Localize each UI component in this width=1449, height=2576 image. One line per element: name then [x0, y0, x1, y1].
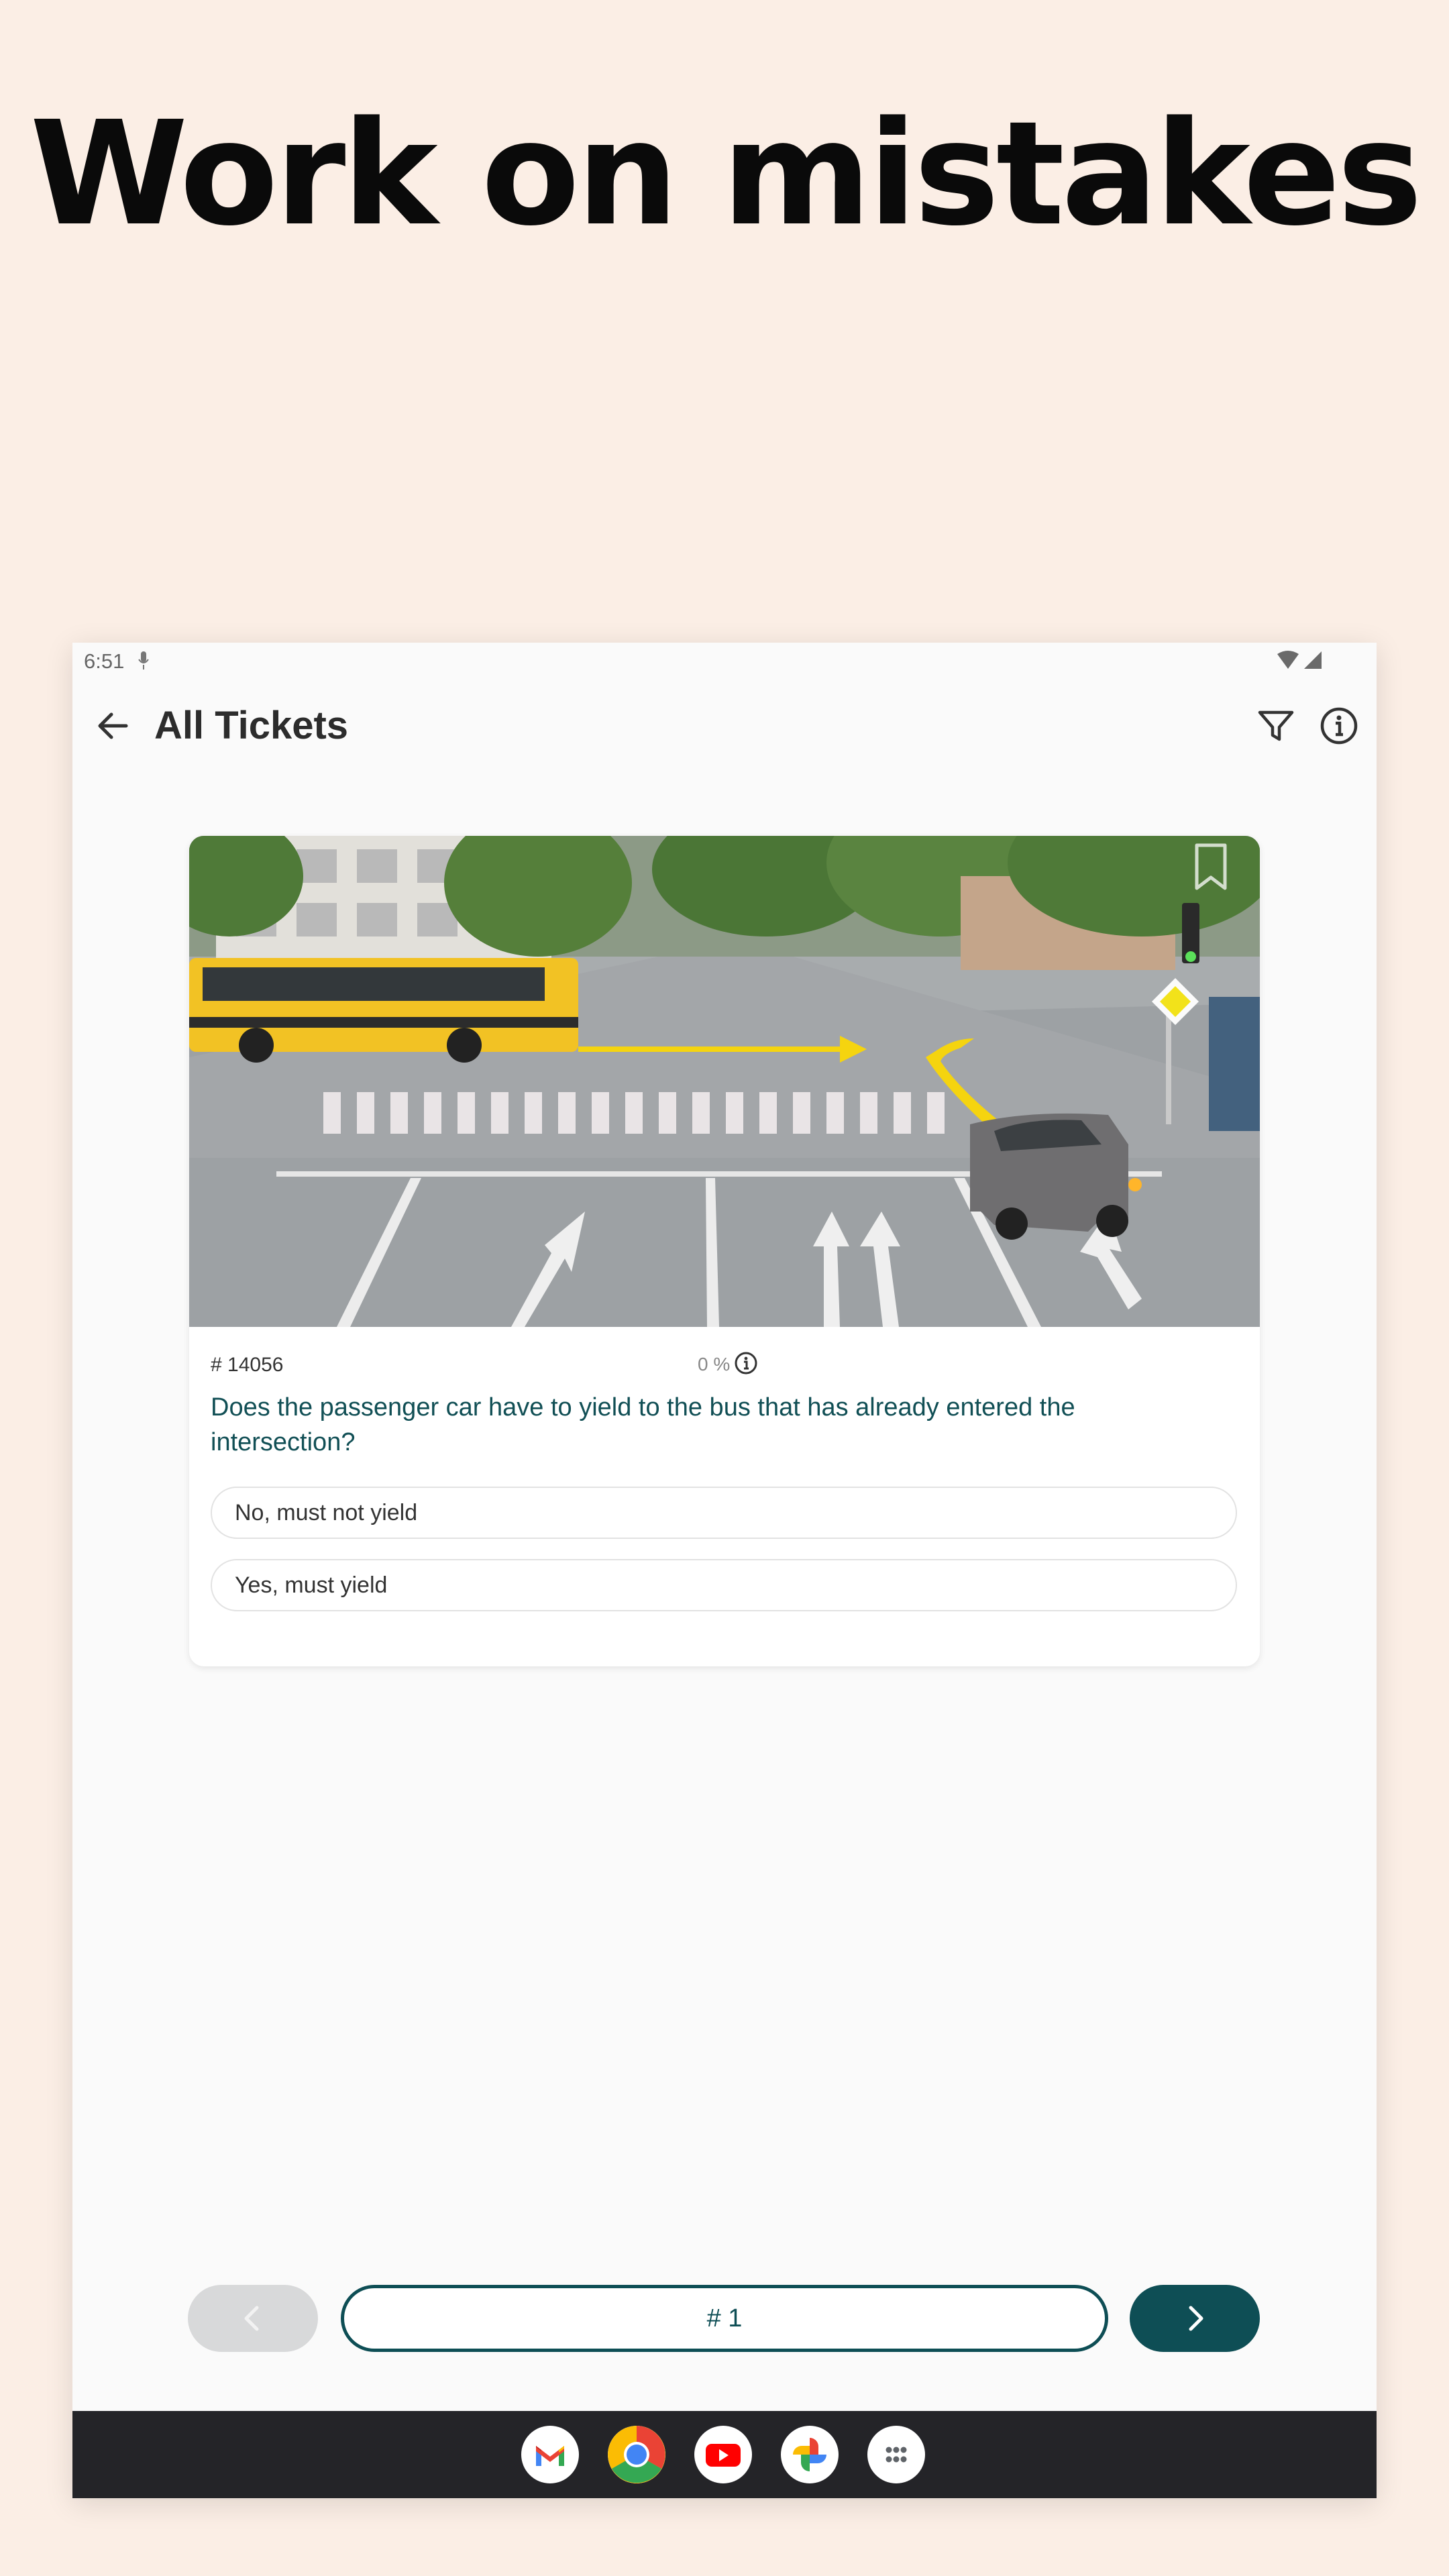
cell-signal-icon — [1304, 651, 1322, 669]
app-drawer-icon[interactable] — [867, 2426, 925, 2483]
answer-option-2[interactable]: Yes, must yield — [211, 1559, 1237, 1611]
mic-status-icon — [137, 650, 150, 675]
chevron-right-icon — [1189, 2306, 1203, 2331]
filter-button[interactable] — [1254, 704, 1297, 747]
page-title: All Tickets — [154, 704, 349, 747]
previous-button[interactable] — [188, 2285, 318, 2352]
app-bar: All Tickets — [72, 680, 1377, 774]
photos-icon[interactable] — [781, 2426, 839, 2483]
question-number-pill[interactable]: # 1 — [341, 2285, 1108, 2352]
chrome-icon[interactable] — [608, 2426, 665, 2483]
filter-icon — [1258, 710, 1294, 741]
question-id: # 14056 — [211, 1354, 284, 1376]
youtube-icon[interactable] — [694, 2426, 752, 2483]
chevron-left-icon — [244, 2306, 259, 2331]
tablet-screen: 6:51 All Tickets # 14056 0 % Does the pa… — [72, 643, 1377, 2498]
back-button[interactable] — [91, 704, 134, 747]
status-time: 6:51 — [84, 649, 125, 673]
stats-info-button[interactable] — [733, 1350, 759, 1380]
success-percent: 0 % — [698, 1354, 731, 1375]
info-button[interactable] — [1318, 704, 1360, 747]
bookmark-icon — [1195, 843, 1227, 890]
info-icon — [1320, 707, 1358, 745]
question-card: # 14056 0 % Does the passenger car have … — [189, 836, 1260, 1666]
gmail-icon[interactable] — [521, 2426, 579, 2483]
next-button[interactable] — [1130, 2285, 1260, 2352]
wifi-icon — [1277, 651, 1299, 669]
question-navigation: # 1 — [72, 2285, 1377, 2352]
promo-headline: Work on mistakes — [30, 91, 1422, 258]
info-icon — [735, 1352, 757, 1375]
question-text: Does the passenger car have to yield to … — [211, 1393, 1075, 1456]
arrow-back-icon — [98, 712, 128, 739]
question-image — [189, 836, 1260, 1327]
answer-option-1[interactable]: No, must not yield — [211, 1487, 1237, 1539]
connectivity-icons — [1276, 650, 1324, 674]
taskbar-dock — [72, 2411, 1377, 2498]
status-bar: 6:51 — [72, 643, 1377, 680]
bookmark-button[interactable] — [1187, 840, 1234, 897]
